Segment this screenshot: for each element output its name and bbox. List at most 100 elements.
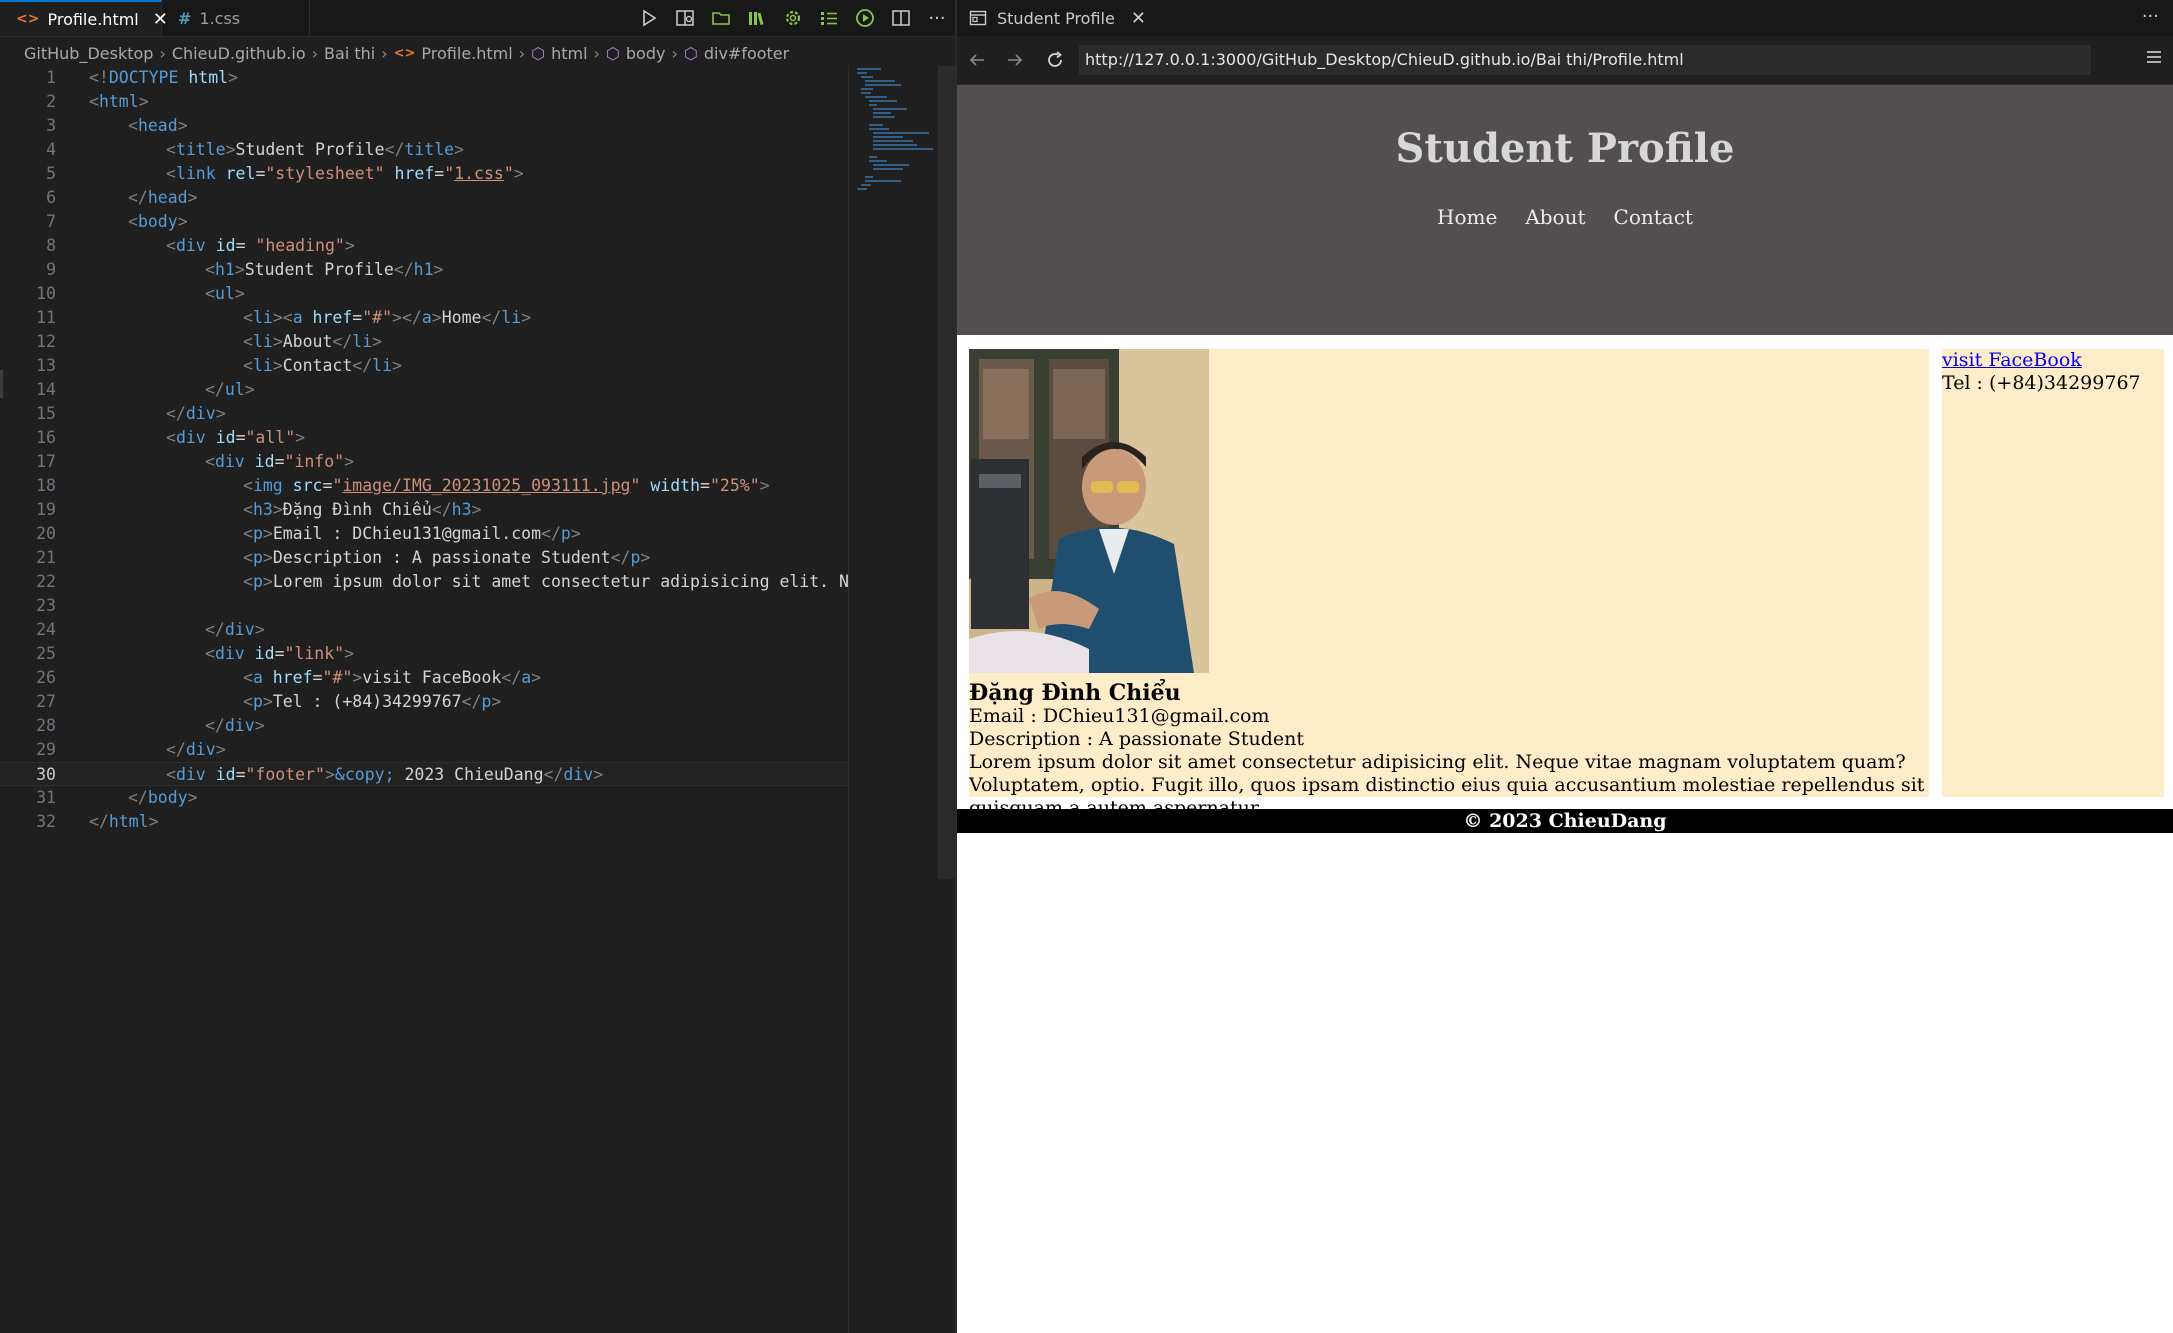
breadcrumb-item[interactable]: Profile.html bbox=[421, 44, 512, 63]
student-name: Đặng Đình Chiểu bbox=[969, 680, 1181, 706]
editor-scrollbar[interactable] bbox=[938, 66, 956, 879]
code-line[interactable]: 16 <div id="all"> bbox=[0, 426, 848, 450]
code-line[interactable]: 21 <p>Description : A passionate Student<… bbox=[0, 546, 848, 570]
code-line-current[interactable]: 30 <div id="footer">&copy; 2023 ChieuDang… bbox=[0, 762, 848, 786]
back-arrow-icon[interactable] bbox=[965, 48, 989, 72]
code-line[interactable]: 8 <div id= "heading"> bbox=[0, 234, 848, 258]
line-number: 8 bbox=[46, 236, 56, 255]
line-number: 19 bbox=[36, 500, 56, 519]
breadcrumb-item[interactable]: div#footer bbox=[704, 44, 789, 63]
nav-item-contact: Contact bbox=[1613, 205, 1693, 229]
code-line[interactable]: 12 <li>About</li> bbox=[0, 330, 848, 354]
tab-student-profile[interactable]: Student Profile ✕ bbox=[957, 0, 1158, 36]
breadcrumb-item[interactable]: Bai thi bbox=[324, 44, 375, 63]
line-number: 11 bbox=[36, 308, 56, 327]
editor-tab-bar: <> Profile.html ✕ # 1.css ··· bbox=[0, 0, 956, 37]
code-line[interactable]: 11 <li><a href="#"></a>Home</li> bbox=[0, 306, 848, 330]
line-number: 4 bbox=[46, 140, 56, 159]
page-footer: © 2023 ChieuDang bbox=[957, 809, 2173, 833]
css-file-icon: # bbox=[178, 8, 192, 28]
line-number: 18 bbox=[36, 476, 56, 495]
more-actions-icon[interactable]: ··· bbox=[926, 7, 948, 29]
chevron-right-icon: › bbox=[518, 43, 526, 63]
code-line[interactable]: 15 </div> bbox=[0, 402, 848, 426]
code-line[interactable]: 26 <a href="#">visit FaceBook</a> bbox=[0, 666, 848, 690]
line-number: 15 bbox=[36, 404, 56, 423]
code-line[interactable]: 20 <p>Email : DChieu131@gmail.com</p> bbox=[0, 522, 848, 546]
code-area[interactable]: 1 <!DOCTYPE html> 2 <html> 3 <head> 4 <title… bbox=[0, 66, 848, 834]
code-line[interactable]: 19 <h3>Đặng Đình Chiểu</h3> bbox=[0, 498, 848, 522]
chevron-right-icon: › bbox=[671, 43, 678, 63]
code-line[interactable]: 27 <p>Tel : (+84)34299767</p> bbox=[0, 690, 848, 714]
code-editor: <> Profile.html ✕ # 1.css ··· GitHub_Des… bbox=[0, 0, 956, 1333]
line-number: 16 bbox=[36, 428, 56, 447]
code-line[interactable]: 14 </ul> bbox=[0, 378, 848, 402]
checklist-icon[interactable] bbox=[818, 7, 840, 29]
open-preview-icon[interactable] bbox=[674, 7, 696, 29]
browser-tab-title: Student Profile bbox=[997, 8, 1115, 28]
line-number: 10 bbox=[36, 284, 56, 303]
browser-tab-bar: Student Profile ✕ ··· bbox=[957, 0, 2173, 36]
close-icon[interactable]: ✕ bbox=[1131, 8, 1146, 29]
code-line[interactable]: 17 <div id="info"> bbox=[0, 450, 848, 474]
line-number: 6 bbox=[46, 188, 56, 207]
nav-item-home[interactable]: Home bbox=[1437, 205, 1497, 229]
gear-icon[interactable] bbox=[782, 7, 804, 29]
code-line[interactable]: 31 </body> bbox=[0, 786, 848, 810]
line-number: 21 bbox=[36, 548, 56, 567]
tab-1-css[interactable]: # 1.css bbox=[162, 0, 310, 36]
line-number: 26 bbox=[36, 668, 56, 687]
nav-item-about: About bbox=[1525, 205, 1586, 229]
symbol-icon: ⬡ bbox=[531, 43, 546, 63]
breadcrumb-item[interactable]: html bbox=[551, 44, 587, 63]
breadcrumb-item[interactable]: body bbox=[626, 44, 666, 63]
line-number: 1 bbox=[46, 68, 56, 87]
code-line[interactable]: 4 <title>Student Profile</title> bbox=[0, 138, 848, 162]
go-live-icon[interactable] bbox=[854, 7, 876, 29]
line-number: 20 bbox=[36, 524, 56, 543]
line-number: 3 bbox=[46, 116, 56, 135]
code-line[interactable]: 10 <ul> bbox=[0, 282, 848, 306]
line-number: 25 bbox=[36, 644, 56, 663]
code-line[interactable]: 13 <li>Contact</li> bbox=[0, 354, 848, 378]
split-editor-icon[interactable] bbox=[890, 7, 912, 29]
url-input[interactable]: http://127.0.0.1:3000/GitHub_Desktop/Chi… bbox=[1079, 45, 2091, 75]
description-text: Description : A passionate Student bbox=[969, 728, 1304, 750]
folder-icon[interactable] bbox=[710, 7, 732, 29]
code-line[interactable]: 18 <img src="image/IMG_20231025_093111.jp… bbox=[0, 474, 848, 498]
breadcrumb-item[interactable]: ChieuD.github.io bbox=[172, 44, 306, 63]
code-line[interactable]: 6 </head> bbox=[0, 186, 848, 210]
minimap[interactable] bbox=[848, 66, 939, 1333]
line-number: 12 bbox=[36, 332, 56, 351]
tab-label: 1.css bbox=[199, 8, 241, 28]
code-line[interactable]: 25 <div id="link"> bbox=[0, 642, 848, 666]
code-line[interactable]: 3 <head> bbox=[0, 114, 848, 138]
code-line[interactable]: 29 </div> bbox=[0, 738, 848, 762]
forward-arrow-icon[interactable] bbox=[1003, 48, 1027, 72]
more-actions-icon[interactable]: ··· bbox=[2142, 6, 2159, 27]
tab-label: Profile.html bbox=[47, 9, 139, 29]
breadcrumb: GitHub_Desktop › ChieuD.github.io › Bai th… bbox=[24, 40, 789, 66]
code-line[interactable]: 24 </div> bbox=[0, 618, 848, 642]
menu-icon[interactable] bbox=[2145, 49, 2163, 69]
refresh-icon[interactable] bbox=[1043, 48, 1067, 72]
page-title: Student Profile bbox=[1395, 125, 1735, 172]
run-icon[interactable] bbox=[638, 7, 660, 29]
code-line[interactable]: 7 <body> bbox=[0, 210, 848, 234]
code-line[interactable]: 1 <!DOCTYPE html> bbox=[0, 66, 848, 90]
code-line[interactable]: 32 </html> bbox=[0, 810, 848, 834]
code-line[interactable]: 28 </div> bbox=[0, 714, 848, 738]
line-number: 30 bbox=[36, 765, 56, 784]
html-file-icon: <> bbox=[16, 11, 40, 27]
code-line[interactable]: 9 <h1>Student Profile</h1> bbox=[0, 258, 848, 282]
library-icon[interactable] bbox=[746, 7, 768, 29]
line-number: 29 bbox=[36, 740, 56, 759]
code-line[interactable]: 22 <p>Lorem ipsum dolor sit amet consecte… bbox=[0, 570, 848, 594]
tab-profile-html[interactable]: <> Profile.html ✕ bbox=[0, 0, 168, 36]
code-line[interactable]: 23 bbox=[0, 594, 848, 618]
facebook-link[interactable]: visit FaceBook bbox=[1942, 349, 2082, 372]
breadcrumb-item[interactable]: GitHub_Desktop bbox=[24, 44, 153, 63]
code-line[interactable]: 5 <link rel="stylesheet" href="1.css"> bbox=[0, 162, 848, 186]
code-line[interactable]: 2 <html> bbox=[0, 90, 848, 114]
symbol-icon: ⬡ bbox=[605, 43, 620, 63]
